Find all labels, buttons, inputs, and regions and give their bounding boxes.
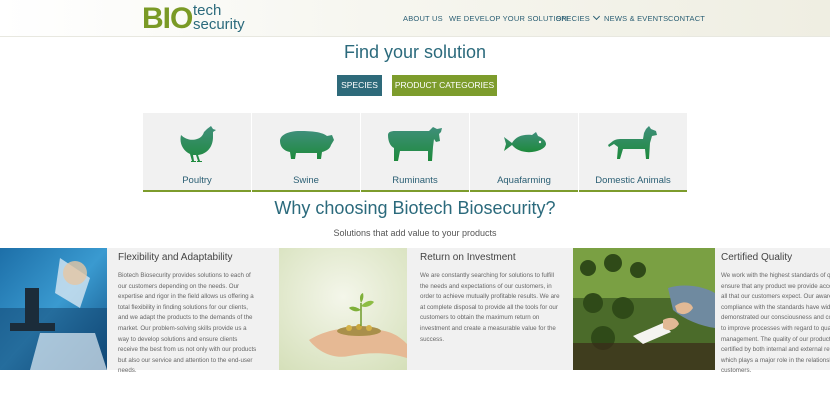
species-card-poultry[interactable]: Poultry [143,113,251,192]
site-header: BIO tech security ABOUT US WE DEVELOP YO… [0,0,830,37]
nav-about-us[interactable]: ABOUT US [403,14,443,23]
feature-title-return-on-investment: Return on Investment [420,252,516,263]
nav-news-events[interactable]: NEWS & EVENTS [604,14,668,23]
species-label: Aquafarming [497,175,551,186]
nav-species[interactable]: SPECIES [556,12,600,23]
nav-we-develop-your-solution[interactable]: WE DEVELOP YOUR SOLUTION [449,14,567,23]
nav-contact[interactable]: CONTACT [668,14,705,23]
cow-icon [388,127,442,161]
feature-title-certified-quality: Certified Quality [721,252,793,263]
find-solution-title: Find your solution [343,42,487,62]
lab-scientist-photo [0,248,107,370]
feature-title-flexibility: Flexibility and Adaptability [118,252,233,263]
feature-body-certified-quality: We work with the highest standards of qu… [721,272,830,375]
why-choosing-title: Why choosing Biotech Biosecurity? [274,198,556,218]
species-tab-button[interactable]: SPECIES [337,75,382,96]
feature-body-flexibility: Biotech Biosecurity provides solutions t… [118,272,257,375]
species-cards: Poultry Swine Ruminants Aquafarming Dome… [143,113,688,192]
species-label: Swine [293,175,319,186]
why-choosing-subtitle: Solutions that add value to your product… [333,228,497,238]
nav-species-label: SPECIES [556,14,590,23]
species-card-swine[interactable]: Swine [252,113,360,192]
species-label: Poultry [182,175,212,186]
species-card-ruminants[interactable]: Ruminants [361,113,469,192]
swine-icon [280,131,334,159]
species-card-domestic-animals[interactable]: Domestic Animals [579,113,687,192]
dog-icon [608,126,657,159]
product-categories-tab-button[interactable]: PRODUCT CATEGORIES [392,75,497,96]
poultry-icon [180,126,216,162]
seedlings-inspection-photo [573,248,715,370]
hand-plant-coins-photo [279,248,407,370]
species-label: Domestic Animals [595,175,671,186]
species-label: Ruminants [392,175,438,186]
fish-icon [504,132,546,153]
species-card-aquafarming[interactable]: Aquafarming [470,113,578,192]
main-nav: ABOUT US WE DEVELOP YOUR SOLUTION SPECIE… [0,12,830,26]
feature-body-return-on-investment: We are constantly searching for solution… [420,272,560,343]
chevron-down-icon [592,12,600,21]
